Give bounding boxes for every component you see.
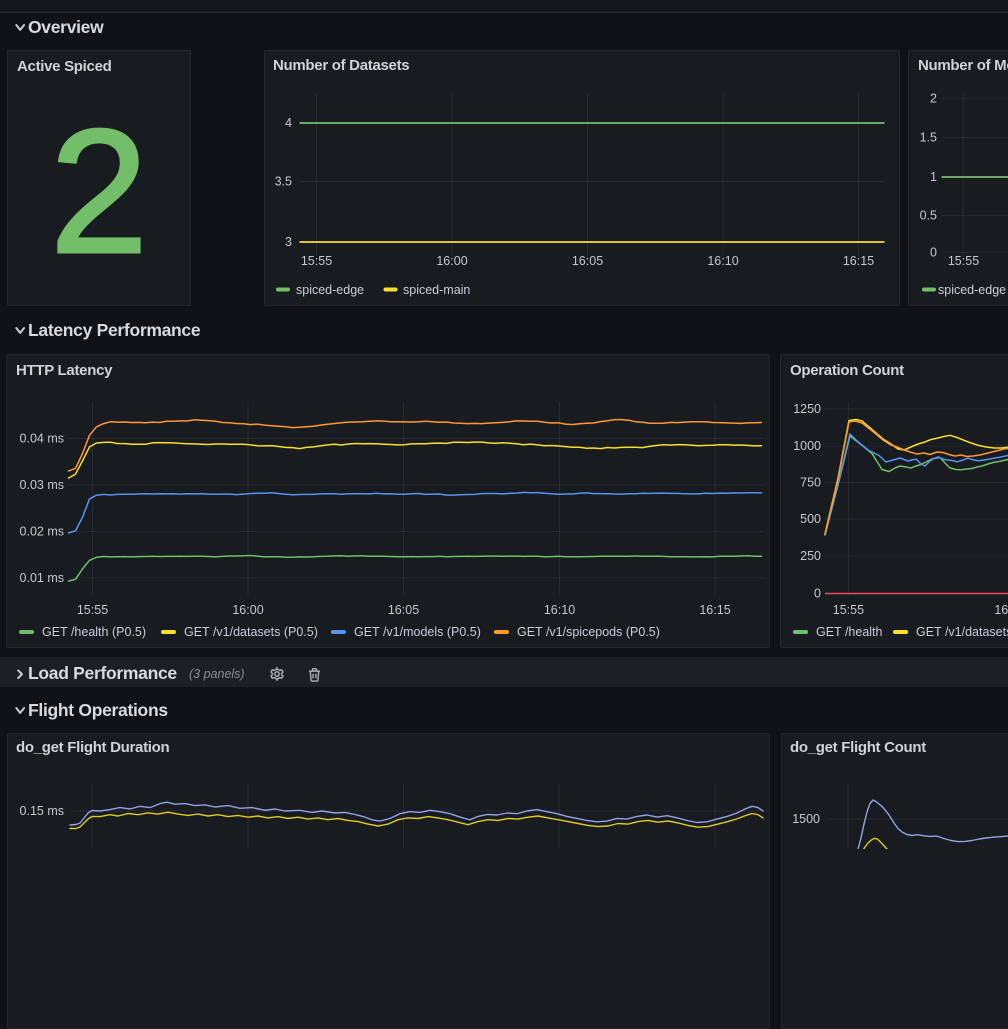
svg-text:16:15: 16:15: [843, 254, 874, 268]
svg-text:0.02 ms: 0.02 ms: [20, 525, 64, 539]
svg-text:16:15: 16:15: [699, 603, 730, 617]
svg-text:0: 0: [814, 587, 821, 601]
svg-text:16:10: 16:10: [707, 254, 738, 268]
svg-text:16:05: 16:05: [572, 254, 603, 268]
svg-text:GET /health: GET /health: [816, 625, 883, 639]
svg-text:3: 3: [285, 235, 292, 249]
svg-text:1250: 1250: [793, 402, 821, 416]
svg-text:500: 500: [800, 512, 821, 526]
svg-text:1500: 1500: [792, 812, 820, 826]
svg-text:15:55: 15:55: [833, 603, 864, 617]
svg-text:1.5: 1.5: [920, 131, 937, 145]
svg-text:15:55: 15:55: [77, 603, 108, 617]
svg-text:2: 2: [930, 91, 937, 105]
svg-text:0.15 ms: 0.15 ms: [20, 804, 64, 818]
svg-text:0.01 ms: 0.01 ms: [20, 571, 64, 585]
svg-text:16:00: 16:00: [436, 254, 467, 268]
svg-text:15:55: 15:55: [948, 254, 979, 268]
svg-text:GET /v1/datasets: GET /v1/datasets: [916, 625, 1008, 639]
svg-text:15:55: 15:55: [301, 254, 332, 268]
svg-text:0: 0: [930, 246, 937, 260]
svg-text:3.5: 3.5: [275, 175, 292, 189]
svg-text:GET /v1/models (P0.5): GET /v1/models (P0.5): [354, 625, 481, 639]
svg-text:16:00: 16:00: [232, 603, 263, 617]
svg-text:spiced-edge: spiced-edge: [296, 283, 364, 297]
svg-text:1: 1: [930, 170, 937, 184]
svg-text:GET /v1/spicepods (P0.5): GET /v1/spicepods (P0.5): [517, 625, 660, 639]
svg-text:GET /health (P0.5): GET /health (P0.5): [42, 625, 146, 639]
svg-text:spiced-edge: spiced-edge: [938, 283, 1006, 297]
svg-text:0.04 ms: 0.04 ms: [20, 432, 64, 446]
svg-text:0.03 ms: 0.03 ms: [20, 478, 64, 492]
svg-text:1000: 1000: [793, 439, 821, 453]
svg-text:0.5: 0.5: [920, 209, 937, 223]
svg-text:GET /v1/datasets (P0.5): GET /v1/datasets (P0.5): [184, 625, 318, 639]
svg-text:4: 4: [285, 116, 292, 130]
svg-text:16:05: 16:05: [388, 603, 419, 617]
svg-text:250: 250: [800, 549, 821, 563]
svg-text:16:10: 16:10: [544, 603, 575, 617]
svg-text:750: 750: [800, 476, 821, 490]
svg-text:spiced-main: spiced-main: [403, 283, 470, 297]
svg-text:16:00: 16:00: [994, 603, 1008, 617]
